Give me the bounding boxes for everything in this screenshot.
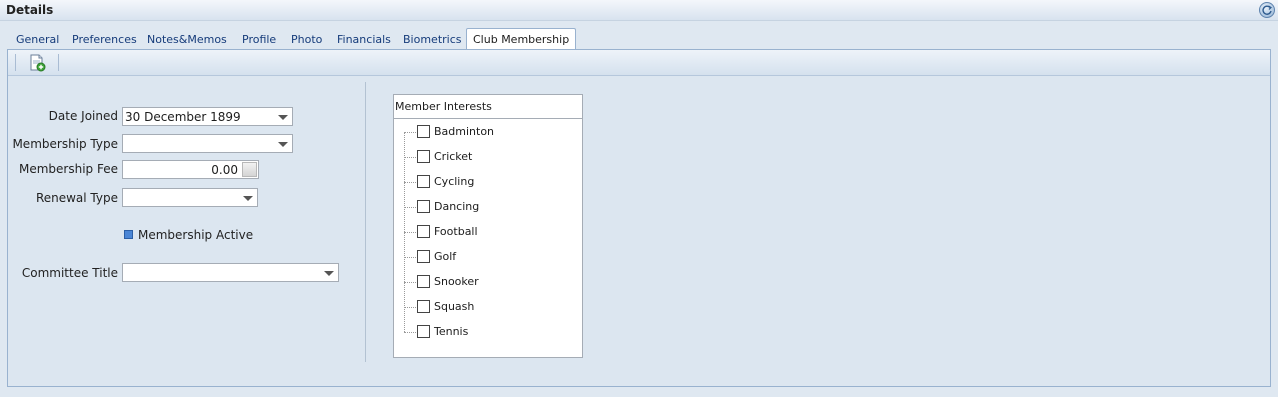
renewal-type-select[interactable]	[122, 188, 258, 207]
interest-label: Snooker	[434, 275, 479, 288]
interest-checkbox[interactable]	[417, 250, 430, 263]
tab-club-membership[interactable]: Club Membership	[466, 28, 577, 50]
interest-checkbox[interactable]	[417, 325, 430, 338]
toolbar-separator	[15, 54, 16, 71]
interest-checkbox[interactable]	[417, 200, 430, 213]
interest-checkbox[interactable]	[417, 225, 430, 238]
interest-label: Squash	[434, 300, 475, 313]
new-record-button[interactable]	[28, 54, 46, 72]
interest-checkbox[interactable]	[417, 125, 430, 138]
fee-spin-button[interactable]	[242, 162, 257, 177]
new-document-icon	[30, 54, 46, 72]
panel-divider	[365, 82, 366, 362]
date-joined-value: 30 December 1899	[125, 110, 241, 124]
chevron-down-icon[interactable]	[243, 196, 253, 201]
tab-photo[interactable]: Photo	[291, 28, 322, 50]
toolbar	[8, 50, 1270, 76]
interest-checkbox[interactable]	[417, 150, 430, 163]
date-joined-label: Date Joined	[48, 109, 118, 123]
club-membership-panel	[7, 49, 1271, 387]
membership-active-label: Membership Active	[138, 228, 254, 242]
interest-label: Tennis	[434, 325, 469, 338]
refresh-icon[interactable]	[1259, 2, 1275, 18]
member-interests-header: Member Interests	[394, 95, 582, 119]
membership-fee-value: 0.00	[211, 163, 238, 177]
tab-general[interactable]: General	[16, 28, 59, 50]
membership-fee-field[interactable]: 0.00	[122, 160, 259, 179]
interest-checkbox[interactable]	[417, 275, 430, 288]
window-title: Details	[6, 3, 54, 17]
member-interests-list: Member Interests Badminton Cricket Cycli…	[393, 94, 583, 358]
chevron-down-icon[interactable]	[278, 115, 288, 120]
interest-label: Cricket	[434, 150, 473, 163]
toolbar-separator	[58, 54, 59, 71]
chevron-down-icon[interactable]	[324, 271, 334, 276]
title-bar: Details	[0, 0, 1278, 21]
date-joined-field[interactable]: 30 December 1899	[122, 107, 293, 126]
membership-active-checkbox[interactable]	[124, 230, 133, 239]
tab-profile[interactable]: Profile	[242, 28, 276, 50]
interest-checkbox[interactable]	[417, 175, 430, 188]
chevron-down-icon[interactable]	[278, 142, 288, 147]
tab-notes-memos[interactable]: Notes&Memos	[147, 28, 227, 50]
interest-label: Golf	[434, 250, 457, 263]
interest-checkbox[interactable]	[417, 300, 430, 313]
interest-label: Cycling	[434, 175, 475, 188]
interest-label: Football	[434, 225, 478, 238]
interest-label: Badminton	[434, 125, 495, 138]
membership-fee-label: Membership Fee	[19, 162, 118, 176]
committee-title-select[interactable]	[122, 263, 339, 282]
membership-type-label: Membership Type	[12, 137, 118, 151]
tab-preferences[interactable]: Preferences	[72, 28, 137, 50]
tab-financials[interactable]: Financials	[337, 28, 391, 50]
interest-label: Dancing	[434, 200, 480, 213]
membership-type-select[interactable]	[122, 134, 293, 153]
tab-biometrics[interactable]: Biometrics	[403, 28, 462, 50]
renewal-type-label: Renewal Type	[35, 191, 118, 205]
committee-title-label: Committee Title	[21, 266, 118, 280]
